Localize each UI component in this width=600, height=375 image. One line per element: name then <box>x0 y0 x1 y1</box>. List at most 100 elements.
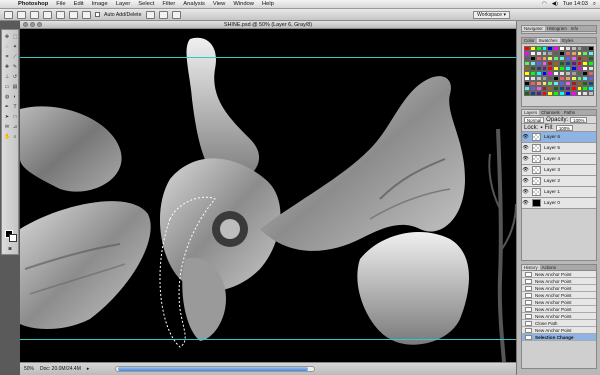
visibility-eye-icon[interactable]: 👁 <box>522 156 529 162</box>
zoom-tool-icon[interactable]: ⌕ <box>12 134 18 140</box>
menu-file[interactable]: File <box>52 0 69 9</box>
type-tool-icon[interactable]: T <box>12 104 18 110</box>
tab-info[interactable]: Info <box>569 26 580 31</box>
tab-histogram[interactable]: Histogram <box>545 26 569 31</box>
guide-line-bottom[interactable] <box>20 339 516 340</box>
menu-help[interactable]: Help <box>258 0 278 9</box>
menu-analysis[interactable]: Analysis <box>179 0 209 9</box>
tab-channels[interactable]: Channels <box>539 110 562 115</box>
menu-image[interactable]: Image <box>88 0 112 9</box>
visibility-eye-icon[interactable]: 👁 <box>522 200 529 206</box>
zoom-level[interactable]: 50% <box>24 366 34 372</box>
menu-view[interactable]: View <box>209 0 229 9</box>
menu-window[interactable]: Window <box>229 0 258 9</box>
tab-swatches[interactable]: Swatches <box>536 38 560 43</box>
menu-app[interactable]: Photoshop <box>14 0 52 9</box>
zoom-window-button[interactable] <box>37 22 42 27</box>
rectangle-tool-icon[interactable]: □ <box>12 114 18 120</box>
tab-layers[interactable]: Layers <box>522 110 540 115</box>
layer-row[interactable]: 👁 Layer 0 <box>522 198 596 209</box>
lasso-tool-icon[interactable]: ◌ <box>4 44 10 50</box>
shape-layers-icon[interactable] <box>17 10 26 19</box>
history-state[interactable]: New Anchor Point <box>522 271 596 278</box>
menu-select[interactable]: Select <box>134 0 158 9</box>
menu-layer[interactable]: Layer <box>112 0 135 9</box>
path-selection-icon[interactable]: ➤ <box>4 114 10 120</box>
dodge-tool-icon[interactable]: ◐ <box>12 94 18 100</box>
marquee-tool-icon[interactable]: ⬚ <box>12 34 18 40</box>
quick-mask-icon[interactable]: ◙ <box>7 246 13 252</box>
ellipse-shape-icon[interactable] <box>82 10 91 19</box>
blur-tool-icon[interactable]: ◍ <box>4 94 10 100</box>
eyedropper-tool-icon[interactable]: ⊿ <box>12 124 18 130</box>
layer-row[interactable]: 👁 Layer 5 <box>522 143 596 154</box>
path-subtract-icon[interactable] <box>158 10 168 19</box>
lock-icon[interactable]: ▪ <box>540 125 542 131</box>
move-tool-icon[interactable]: ✥ <box>4 34 10 40</box>
menu-filter[interactable]: Filter <box>158 0 179 9</box>
fill-pixels-icon[interactable] <box>43 10 52 19</box>
workspace-button[interactable]: Workspace ▾ <box>473 10 510 19</box>
clone-stamp-icon[interactable]: ⊥ <box>4 74 10 80</box>
tab-styles[interactable]: Styles <box>560 38 576 43</box>
tab-history[interactable]: History <box>522 265 540 270</box>
visibility-eye-icon[interactable]: 👁 <box>522 178 529 184</box>
crop-tool-icon[interactable]: ⌗ <box>4 54 10 60</box>
brush-tool-icon[interactable]: ✎ <box>12 64 18 70</box>
pen-tool-active-icon[interactable]: ✒ <box>4 104 10 110</box>
close-window-button[interactable] <box>23 22 28 27</box>
layer-row[interactable]: 👁 Layer 3 <box>522 165 596 176</box>
fill-field[interactable]: 100% <box>555 124 574 131</box>
history-state[interactable]: New Anchor Point <box>522 278 596 285</box>
history-state[interactable]: New Anchor Point <box>522 327 596 334</box>
horizontal-scrollbar[interactable] <box>115 366 316 372</box>
opacity-field[interactable]: 100% <box>570 116 588 123</box>
tab-color[interactable]: Color <box>522 38 537 43</box>
menu-edit[interactable]: Edit <box>70 0 88 9</box>
clock[interactable]: Tue 14:03 <box>563 0 588 9</box>
visibility-eye-icon[interactable]: 👁 <box>522 189 529 195</box>
hand-tool-icon[interactable]: ✋ <box>4 134 10 140</box>
history-state[interactable]: Close Path <box>522 320 596 327</box>
visibility-eye-icon[interactable]: 👁 <box>522 145 529 151</box>
pen-tool-icon[interactable] <box>4 10 13 19</box>
tab-navigator[interactable]: Navigator <box>522 26 545 31</box>
slice-tool-icon[interactable]: ⟋ <box>12 54 18 60</box>
history-brush-icon[interactable]: ↺ <box>12 74 18 80</box>
eraser-tool-icon[interactable]: ▭ <box>4 84 10 90</box>
visibility-eye-icon[interactable]: 👁 <box>522 167 529 173</box>
tab-actions[interactable]: Actions <box>540 265 558 270</box>
horizontal-scroll-thumb[interactable] <box>118 367 309 371</box>
volume-icon[interactable]: ◀) <box>552 0 558 9</box>
visibility-eye-icon[interactable]: 👁 <box>522 134 529 140</box>
path-add-icon[interactable] <box>145 10 155 19</box>
wifi-icon[interactable]: ◠ <box>542 0 547 9</box>
doc-info[interactable]: Doc: 20.0M/24.4M <box>40 366 81 372</box>
layer-row[interactable]: 👁 Layer 4 <box>522 154 596 165</box>
layer-row[interactable]: 👁 Layer 6 <box>522 132 596 143</box>
blend-mode-select[interactable]: Normal <box>524 116 545 123</box>
history-state[interactable]: New Anchor Point <box>522 299 596 306</box>
background-color-swatch[interactable] <box>9 234 17 242</box>
freeform-pen-icon[interactable] <box>56 10 65 19</box>
history-state[interactable]: New Anchor Point <box>522 292 596 299</box>
notes-tool-icon[interactable]: ✉ <box>4 124 10 130</box>
healing-brush-icon[interactable]: ✚ <box>4 64 10 70</box>
history-state[interactable]: New Anchor Point <box>522 285 596 292</box>
status-arrow-icon[interactable]: ▸ <box>87 366 90 372</box>
gradient-tool-icon[interactable]: ▤ <box>12 84 18 90</box>
rectangle-shape-icon[interactable] <box>69 10 78 19</box>
history-state[interactable]: Selection Change <box>522 334 596 341</box>
document-canvas[interactable] <box>20 29 516 362</box>
minimize-window-button[interactable] <box>30 22 35 27</box>
layer-row[interactable]: 👁 Layer 1 <box>522 187 596 198</box>
paths-icon[interactable] <box>30 10 39 19</box>
swatch-chip[interactable] <box>588 91 594 96</box>
layer-row[interactable]: 👁 Layer 2 <box>522 176 596 187</box>
path-intersect-icon[interactable] <box>171 10 181 19</box>
auto-add-delete-checkbox[interactable] <box>95 12 100 17</box>
guide-line-top[interactable] <box>20 57 516 58</box>
magic-wand-icon[interactable]: ✦ <box>12 44 18 50</box>
spotlight-icon[interactable]: ⌕ <box>593 0 596 9</box>
history-state[interactable]: New Anchor Point <box>522 313 596 320</box>
